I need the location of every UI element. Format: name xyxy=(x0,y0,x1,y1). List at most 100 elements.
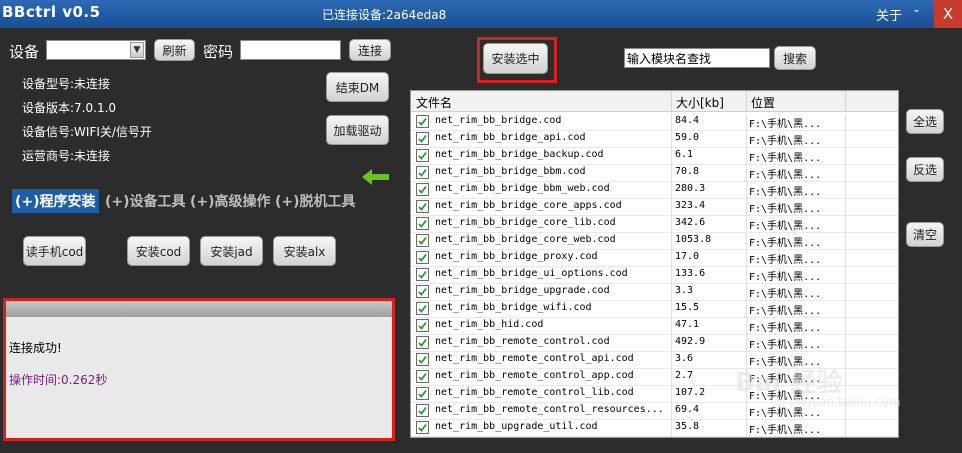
table-row[interactable]: net_rim_bb_bridge_ui_options.cod 133.6 F:\… xyxy=(411,267,898,284)
checkmark-icon xyxy=(418,321,427,330)
row-checkbox[interactable] xyxy=(416,421,429,434)
column-divider[interactable] xyxy=(671,91,672,112)
minimize-button[interactable]: - xyxy=(914,3,919,19)
column-divider[interactable] xyxy=(746,91,747,112)
checkmark-icon xyxy=(418,423,427,432)
column-header-filename[interactable]: 文件名 xyxy=(416,94,452,111)
checkmark-icon xyxy=(418,304,427,313)
row-checkbox[interactable] xyxy=(416,200,429,213)
cell-divider xyxy=(746,199,747,216)
checkmark-icon xyxy=(418,338,427,347)
row-checkbox[interactable] xyxy=(416,183,429,196)
install-cod-button[interactable]: 安装cod xyxy=(127,236,190,266)
table-row[interactable]: net_rim_bb_bridge_api.cod 59.0 F:\手机\黑... xyxy=(411,131,898,148)
table-row[interactable]: net_rim_bb_bridge_core_web.cod 1053.8 F:\手… xyxy=(411,233,898,250)
tab-advanced[interactable]: (+)高级操作 xyxy=(187,189,274,213)
tab-offline-tools[interactable]: (+)脱机工具 xyxy=(272,189,359,213)
row-checkbox[interactable] xyxy=(416,370,429,383)
row-checkbox[interactable] xyxy=(416,132,429,145)
column-header-location[interactable]: 位置 xyxy=(751,94,775,111)
row-checkbox[interactable] xyxy=(416,302,429,315)
row-checkbox[interactable] xyxy=(416,387,429,400)
cell-divider xyxy=(746,318,747,335)
install-selected-button[interactable]: 安装选中 xyxy=(483,43,548,74)
column-header-size[interactable]: 大小[kb] xyxy=(676,94,724,111)
table-row[interactable]: net_rim_bb_bridge_bbm.cod 70.8 F:\手机\黑... xyxy=(411,165,898,182)
cell-location: F:\手机\黑... xyxy=(749,221,822,232)
chevron-down-icon[interactable]: ▼ xyxy=(130,42,144,58)
read-cod-button[interactable]: 读手机cod xyxy=(23,236,86,266)
table-row[interactable]: net_rim_bb_bridge_wifi.cod 15.5 F:\手机\黑... xyxy=(411,301,898,318)
cell-filename: net_rim_bb_bridge_core_web.cod xyxy=(435,234,616,245)
checkmark-icon xyxy=(418,270,427,279)
refresh-button[interactable]: 刷新 xyxy=(154,39,195,61)
search-button[interactable]: 搜索 xyxy=(774,46,816,70)
table-row[interactable]: net_rim_bb_bridge_proxy.cod 17.0 F:\手机\黑..… xyxy=(411,250,898,267)
module-search-input[interactable] xyxy=(624,48,770,68)
clear-button[interactable]: 清空 xyxy=(906,222,944,247)
install-jad-button[interactable]: 安装jad xyxy=(200,236,263,266)
cell-size: 323.4 xyxy=(675,200,706,211)
select-all-button[interactable]: 全选 xyxy=(906,109,944,134)
cell-divider xyxy=(845,250,846,267)
table-row[interactable]: net_rim_bb_bridge_bbm_web.cod 280.3 F:\手机\… xyxy=(411,182,898,199)
cell-size: 1053.8 xyxy=(675,234,712,245)
checkmark-icon xyxy=(418,406,427,415)
close-button[interactable]: X xyxy=(934,0,962,28)
table-row[interactable]: net_rim_bb_bridge_backup.cod 6.1 F:\手机\黑..… xyxy=(411,148,898,165)
install-alx-button[interactable]: 安装alx xyxy=(273,236,336,266)
row-checkbox[interactable] xyxy=(416,336,429,349)
checkmark-icon xyxy=(418,287,427,296)
cell-divider xyxy=(671,114,672,131)
cell-filename: net_rim_bb_hid.cod xyxy=(435,319,544,330)
end-dm-button[interactable]: 结束DM xyxy=(326,72,389,102)
cell-divider xyxy=(671,420,672,437)
table-row[interactable]: net_rim_bb_upgrade_util.cod 35.8 F:\手机\黑..… xyxy=(411,420,898,437)
tab-device-tools[interactable]: (+)设备工具 xyxy=(102,189,189,213)
cell-divider xyxy=(746,182,747,199)
table-row[interactable]: net_rim_bb_bridge_core_lib.cod 342.6 F:\手机… xyxy=(411,216,898,233)
cell-divider xyxy=(845,318,846,335)
table-row[interactable]: net_rim_bb_bridge_upgrade.cod 3.3 F:\手机\黑.… xyxy=(411,284,898,301)
table-row[interactable]: net_rim_bb_bridge_core_apps.cod 323.4 F:\手… xyxy=(411,199,898,216)
cell-divider xyxy=(746,403,747,420)
column-divider xyxy=(845,91,846,112)
row-checkbox[interactable] xyxy=(416,251,429,264)
load-driver-button[interactable]: 加载驱动 xyxy=(326,115,389,145)
tab-program-install[interactable]: (+)程序安装 xyxy=(12,189,99,213)
row-checkbox[interactable] xyxy=(416,217,429,230)
cell-divider xyxy=(845,335,846,352)
row-checkbox[interactable] xyxy=(416,268,429,281)
log-time: 操作时间:0.262秒 xyxy=(9,373,108,387)
arrow-left-icon xyxy=(362,169,389,185)
table-row[interactable]: net_rim_bb_bridge.cod 84.4 F:\手机\黑... xyxy=(411,114,898,131)
row-checkbox[interactable] xyxy=(416,166,429,179)
cell-divider xyxy=(845,182,846,199)
row-checkbox[interactable] xyxy=(416,115,429,128)
cell-filename: net_rim_bb_bridge_proxy.cod xyxy=(435,251,598,262)
about-button[interactable]: 关于 xyxy=(876,5,902,24)
device-select[interactable]: ▼ xyxy=(46,40,146,60)
invert-selection-button[interactable]: 反选 xyxy=(906,157,944,182)
log-progress-bar xyxy=(6,301,392,317)
checkmark-icon xyxy=(418,134,427,143)
password-input[interactable] xyxy=(240,40,341,60)
checkmark-icon xyxy=(418,168,427,177)
row-checkbox[interactable] xyxy=(416,353,429,366)
cell-filename: net_rim_bb_bridge_core_apps.cod xyxy=(435,200,622,211)
row-checkbox[interactable] xyxy=(416,149,429,162)
cell-divider xyxy=(845,131,846,148)
cell-divider xyxy=(845,216,846,233)
table-row[interactable]: net_rim_bb_hid.cod 47.1 F:\手机\黑... xyxy=(411,318,898,335)
cell-divider xyxy=(671,233,672,250)
table-row[interactable]: net_rim_bb_remote_control.cod 492.9 F:\手机\… xyxy=(411,335,898,352)
row-checkbox[interactable] xyxy=(416,285,429,298)
row-checkbox[interactable] xyxy=(416,404,429,417)
cell-filename: net_rim_bb_remote_control_lib.cod xyxy=(435,387,634,398)
cell-divider xyxy=(845,114,846,131)
row-checkbox[interactable] xyxy=(416,319,429,332)
row-checkbox[interactable] xyxy=(416,234,429,247)
connect-button[interactable]: 连接 xyxy=(349,39,391,61)
cell-divider xyxy=(746,165,747,182)
cell-location: F:\手机\黑... xyxy=(749,204,822,215)
